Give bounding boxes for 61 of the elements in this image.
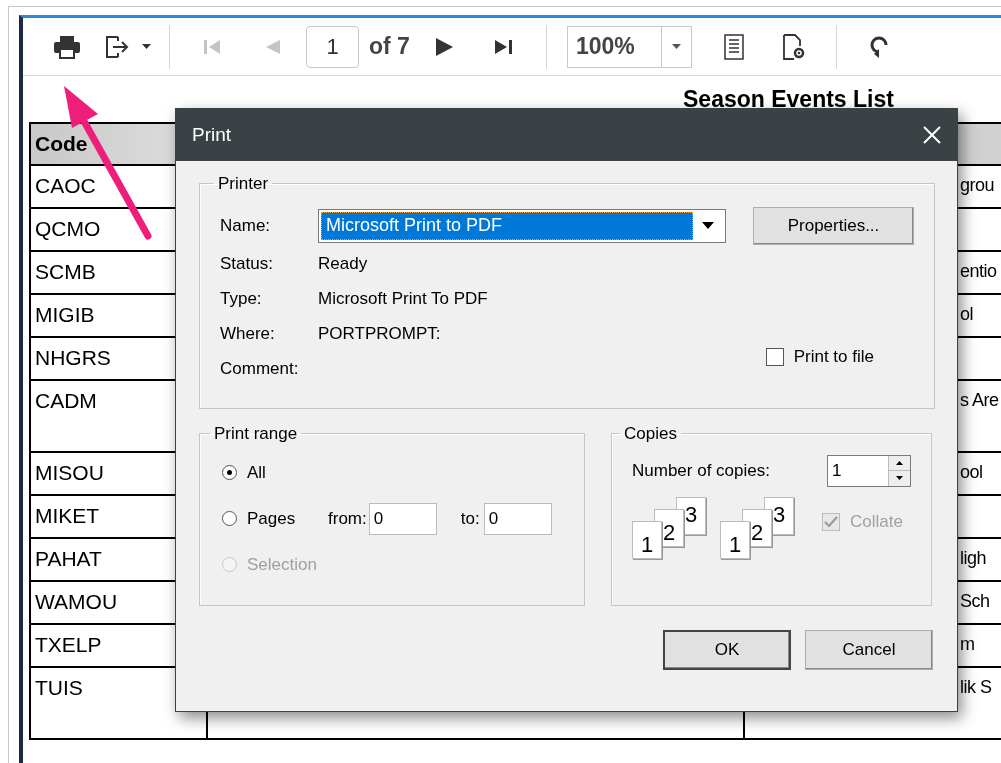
table-cell: grou (960, 175, 995, 195)
page-count: of 7 (369, 32, 410, 62)
printer-dropdown[interactable]: Microsoft Print to PDF (318, 208, 726, 243)
to-page-field[interactable]: 0 (483, 502, 552, 535)
table-cell: ool (960, 462, 983, 482)
table-cell: ol (960, 304, 973, 324)
page-number: 2 (662, 521, 676, 544)
spin-down-icon[interactable] (896, 476, 903, 481)
dialog-button[interactable]: Cancel (805, 630, 933, 670)
page-number: 1 (640, 533, 654, 556)
checkbox[interactable] (765, 347, 784, 366)
zoom-dropdown[interactable]: 100% (566, 25, 692, 68)
properties-button[interactable]: Properties... (753, 206, 914, 245)
report-title: Season Events List (683, 85, 894, 114)
caret-icon (141, 44, 151, 49)
info-value: Ready (318, 253, 368, 276)
radio-label: All (247, 461, 266, 484)
table-cell: s Are (960, 390, 999, 410)
field-label: to: (460, 507, 480, 530)
group-label: Print range (213, 423, 299, 445)
last-page-icon[interactable] (493, 37, 514, 56)
page-gear-icon[interactable] (781, 33, 806, 60)
page-number: 3 (684, 503, 698, 526)
export-button[interactable] (103, 33, 151, 60)
group-label: Copies (623, 423, 678, 445)
checkbox-label: Print to file (793, 346, 874, 368)
table-cell: ligh (960, 548, 987, 568)
caret-icon (671, 44, 681, 49)
table-cell: m (960, 634, 975, 654)
group-label: Printer (217, 173, 270, 195)
page-number: 1 (728, 533, 742, 556)
radio-label: Selection (247, 553, 317, 576)
table-cell: entio (960, 261, 997, 281)
table-cell: Sch (960, 591, 990, 611)
checkbox-label: Collate (850, 510, 903, 533)
field-label: Number of copies: (632, 459, 770, 482)
copies-spinner[interactable]: 1 (827, 454, 911, 487)
from-page-field[interactable]: 0 (368, 502, 437, 535)
caret-icon (702, 222, 714, 229)
field-label: from: (328, 507, 367, 530)
info-value: Microsoft Print To PDF (318, 288, 488, 311)
radio-label: Pages (247, 507, 296, 530)
spin-up-icon[interactable] (896, 460, 903, 465)
info-label: Status: (220, 253, 274, 276)
page-number: 2 (750, 521, 764, 544)
radio-button[interactable] (222, 511, 237, 526)
radio-button[interactable] (222, 465, 237, 480)
field-label: Name: (220, 214, 272, 237)
info-label: Type: (220, 288, 263, 311)
printer-icon[interactable] (53, 34, 81, 59)
dialog-button[interactable]: OK (663, 630, 791, 670)
page-number: 3 (772, 503, 786, 526)
info-label: Where: (220, 323, 276, 346)
table-cell: lik S (960, 677, 992, 697)
close-icon[interactable] (923, 126, 941, 144)
document-icon[interactable] (723, 33, 744, 60)
info-value: PORTPROMPT: (318, 323, 441, 346)
page-number-field[interactable]: 1 (306, 25, 359, 68)
info-label: Comment: (220, 358, 300, 381)
export-icon (103, 33, 130, 60)
next-page-icon[interactable] (433, 36, 454, 57)
